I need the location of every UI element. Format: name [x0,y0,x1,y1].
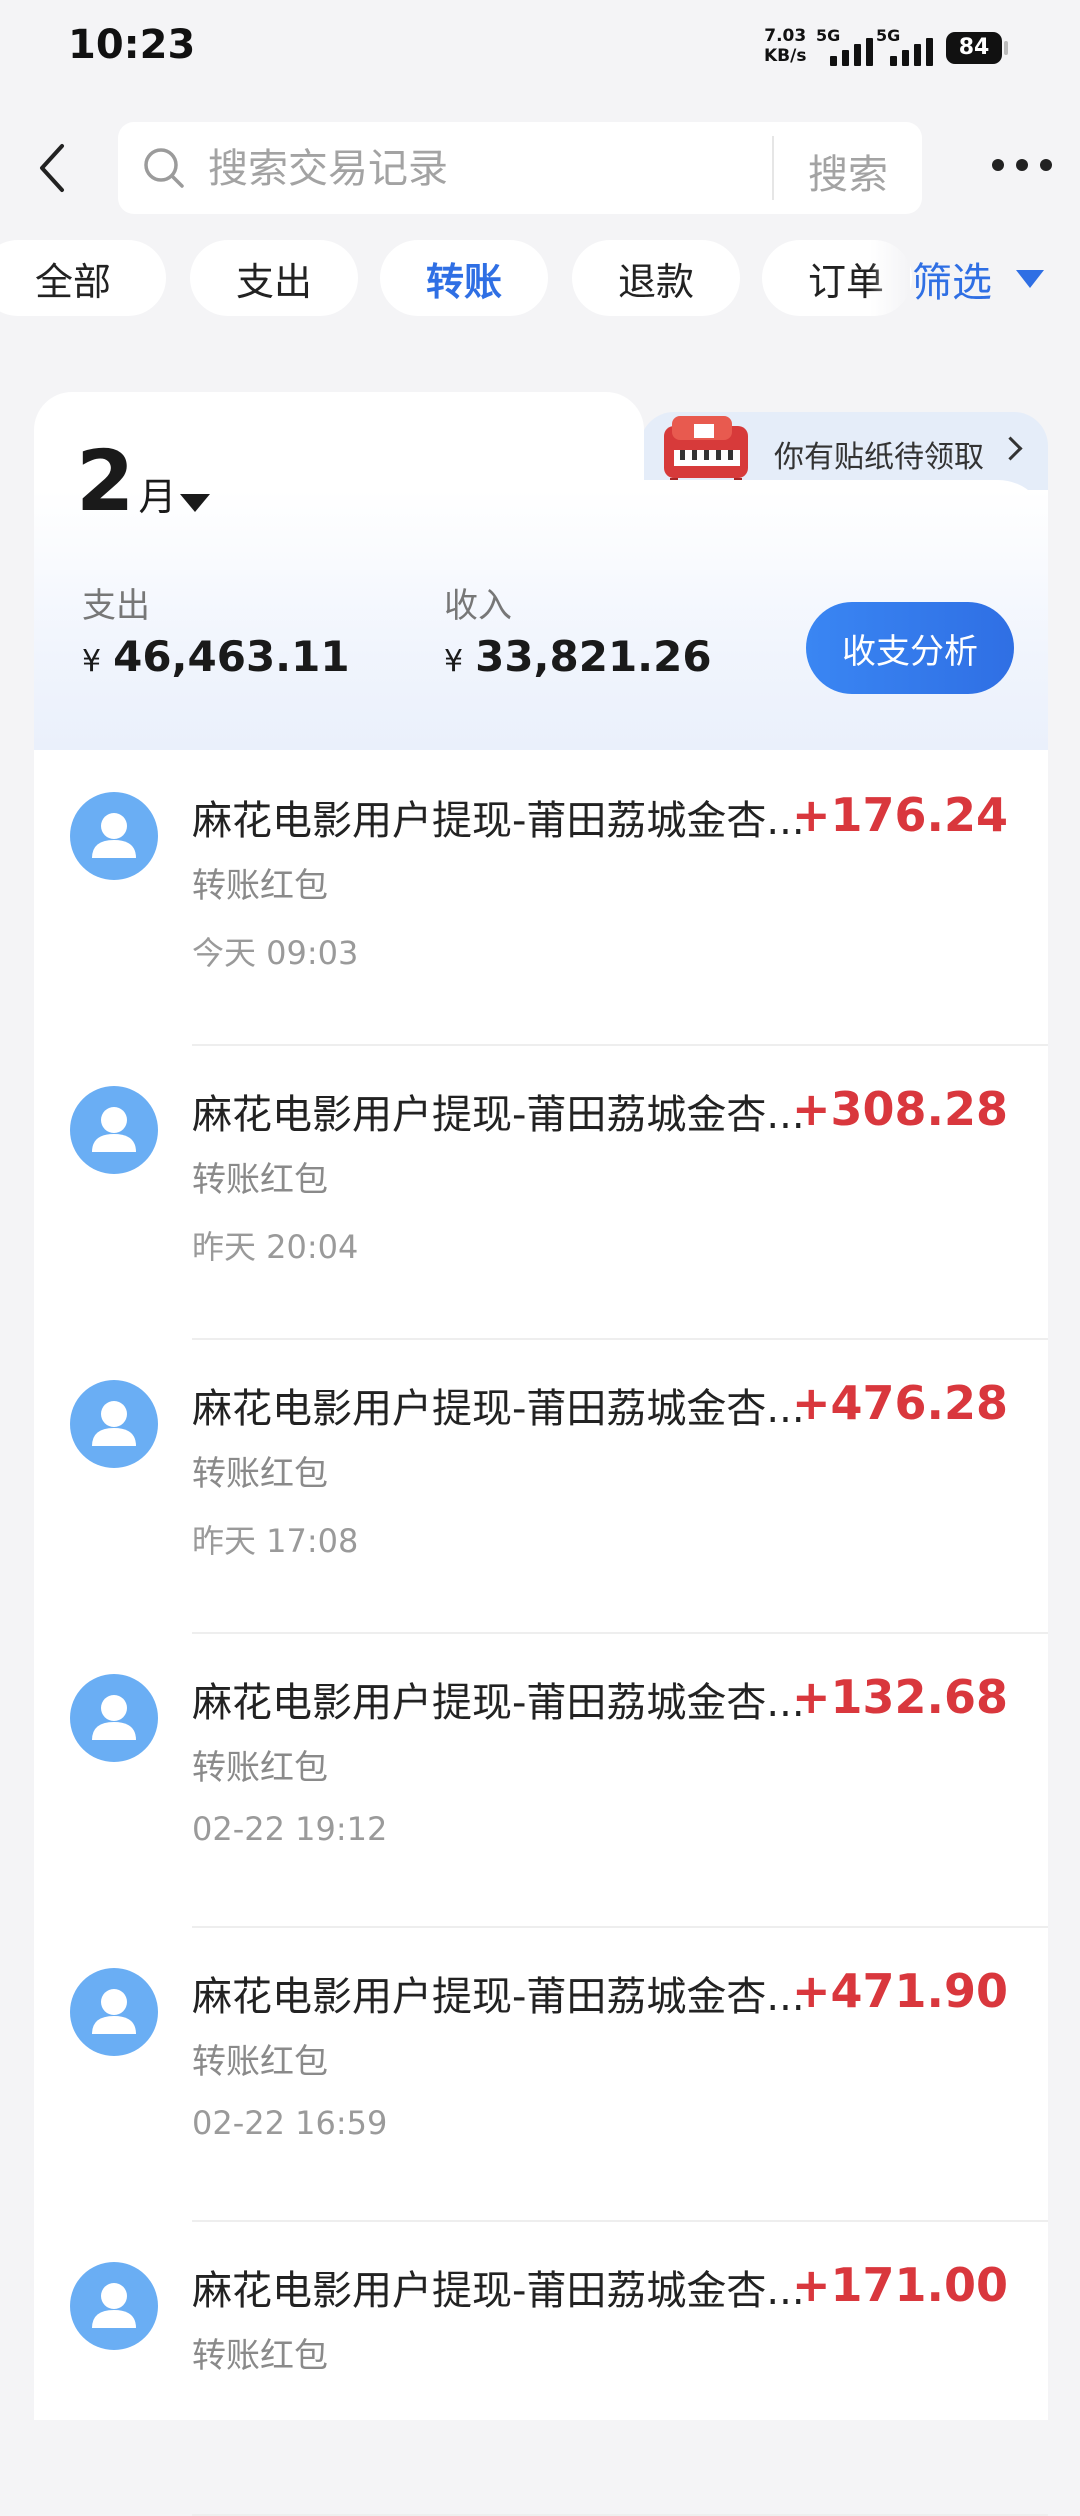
transaction-title: 麻花电影用户提现-莆田荔城金杏... [192,1680,805,1726]
filter-chip-bar: 全部 支出 转账 退款 订单 筛选 [0,236,1080,322]
chip-refund[interactable]: 退款 [572,240,740,316]
net-speed-unit: KB/s [764,46,807,66]
transaction-title: 麻花电影用户提现-莆田荔城金杏... [192,1974,805,2020]
signal-icon: 5G [816,26,876,70]
avatar [70,1968,158,2056]
transaction-title: 麻花电影用户提现-莆田荔城金杏... [192,2268,805,2314]
transaction-time: 昨天 17:08 [192,1522,359,1560]
chevron-left-icon [40,144,64,192]
currency-symbol: ¥ [444,644,464,679]
search-divider [772,136,774,200]
chip-all[interactable]: 全部 [0,240,166,316]
transaction-time: 02-22 19:12 [192,1810,388,1848]
user-avatar-icon [92,1989,136,2034]
signal-icon-2: 5G [876,26,936,70]
net-speed: 7.03 KB/s [764,26,806,66]
transaction-category: 转账红包 [192,1748,328,1788]
transaction-title: 麻花电影用户提现-莆田荔城金杏... [192,1386,805,1432]
transaction-row[interactable]: 麻花电影用户提现-莆田荔城金杏... 转账红包 +171.00 [34,2222,1048,2516]
avatar [70,1086,158,1174]
more-options-button[interactable] [992,158,1052,172]
month-unit: 月 [138,475,177,519]
transaction-row[interactable]: 麻花电影用户提现-莆田荔城金杏... 转账红包今天 09:03 +176.24 [34,752,1048,1046]
transaction-category: 转账红包 [192,2336,328,2376]
transaction-title: 麻花电影用户提现-莆田荔城金杏... [192,798,805,844]
user-avatar-icon [92,2283,136,2328]
expense-label: 支出 [82,586,150,626]
income-expense-analysis-button[interactable]: 收支分析 [806,602,1014,694]
user-avatar-icon [92,1695,136,1740]
caret-down-icon[interactable] [180,494,210,512]
search-bar[interactable]: 搜索 [118,122,922,214]
sticker-promo-text: 你有贴纸待领取 [774,440,984,475]
transaction-category: 转账红包 [192,866,328,906]
battery-icon: 84 [946,32,1008,64]
transaction-title: 麻花电影用户提现-莆田荔城金杏... [192,1092,805,1138]
avatar [70,1674,158,1762]
income-value: 33,821.26 [475,632,712,681]
user-avatar-icon [92,813,136,858]
transaction-time: 02-22 16:59 [192,2104,388,2142]
currency-symbol: ¥ [82,644,102,679]
transaction-row[interactable]: 麻花电影用户提现-莆田荔城金杏... 转账红包 02-22 16:59 +471.90 [34,1928,1048,2222]
transaction-row[interactable]: 麻花电影用户提现-莆田荔城金杏... 转账红包昨天 20:04 +308.28 [34,1046,1048,1340]
transaction-category: 转账红包 [192,1160,328,1200]
transaction-amount: +171.00 [791,2258,1008,2312]
back-button[interactable] [32,138,76,198]
chevron-right-icon [998,436,1023,461]
transaction-time: 昨天 20:04 [192,1228,359,1266]
expense-amount: ¥46,463.11 [82,632,350,681]
more-dot-icon [992,159,1004,171]
income-amount: ¥33,821.26 [444,632,712,681]
transaction-time: 今天 09:03 [192,934,359,972]
search-button[interactable]: 搜索 [808,142,888,200]
avatar [70,792,158,880]
expense-value: 46,463.11 [113,632,350,681]
filter-button[interactable]: 筛选 [912,250,992,308]
caret-down-icon [1016,270,1044,288]
net-speed-value: 7.03 [764,26,807,46]
chip-fade [870,236,910,322]
month-number: 2 [76,432,135,530]
avatar [70,1380,158,1468]
transaction-row[interactable]: 麻花电影用户提现-莆田荔城金杏... 转账红包 02-22 19:12 +132.68 [34,1634,1048,1928]
chip-expense[interactable]: 支出 [190,240,358,316]
user-avatar-icon [92,1401,136,1446]
chip-transfer[interactable]: 转账 [380,240,548,316]
transaction-amount: +176.24 [791,788,1008,842]
transaction-row[interactable]: 麻花电影用户提现-莆田荔城金杏... 转账红包昨天 17:08 +476.28 [34,1340,1048,1634]
month-selector[interactable]: 2月 [76,432,176,530]
search-input[interactable] [206,142,870,196]
more-dot-icon [1040,159,1052,171]
transaction-amount: +132.68 [791,1670,1008,1724]
transaction-category: 转账红包 [192,1454,328,1494]
transaction-category: 转账红包 [192,2042,328,2082]
status-bar: 10:23 7.03 KB/s 5G 5G 84 [0,0,1080,100]
transaction-amount: +308.28 [791,1082,1008,1136]
transaction-amount: +471.90 [791,1964,1008,2018]
status-time: 10:23 [68,22,196,68]
more-dot-icon [1016,159,1028,171]
avatar [70,2262,158,2350]
transaction-amount: +476.28 [791,1376,1008,1430]
income-label: 收入 [444,586,512,626]
search-icon [144,148,184,188]
user-avatar-icon [92,1107,136,1152]
